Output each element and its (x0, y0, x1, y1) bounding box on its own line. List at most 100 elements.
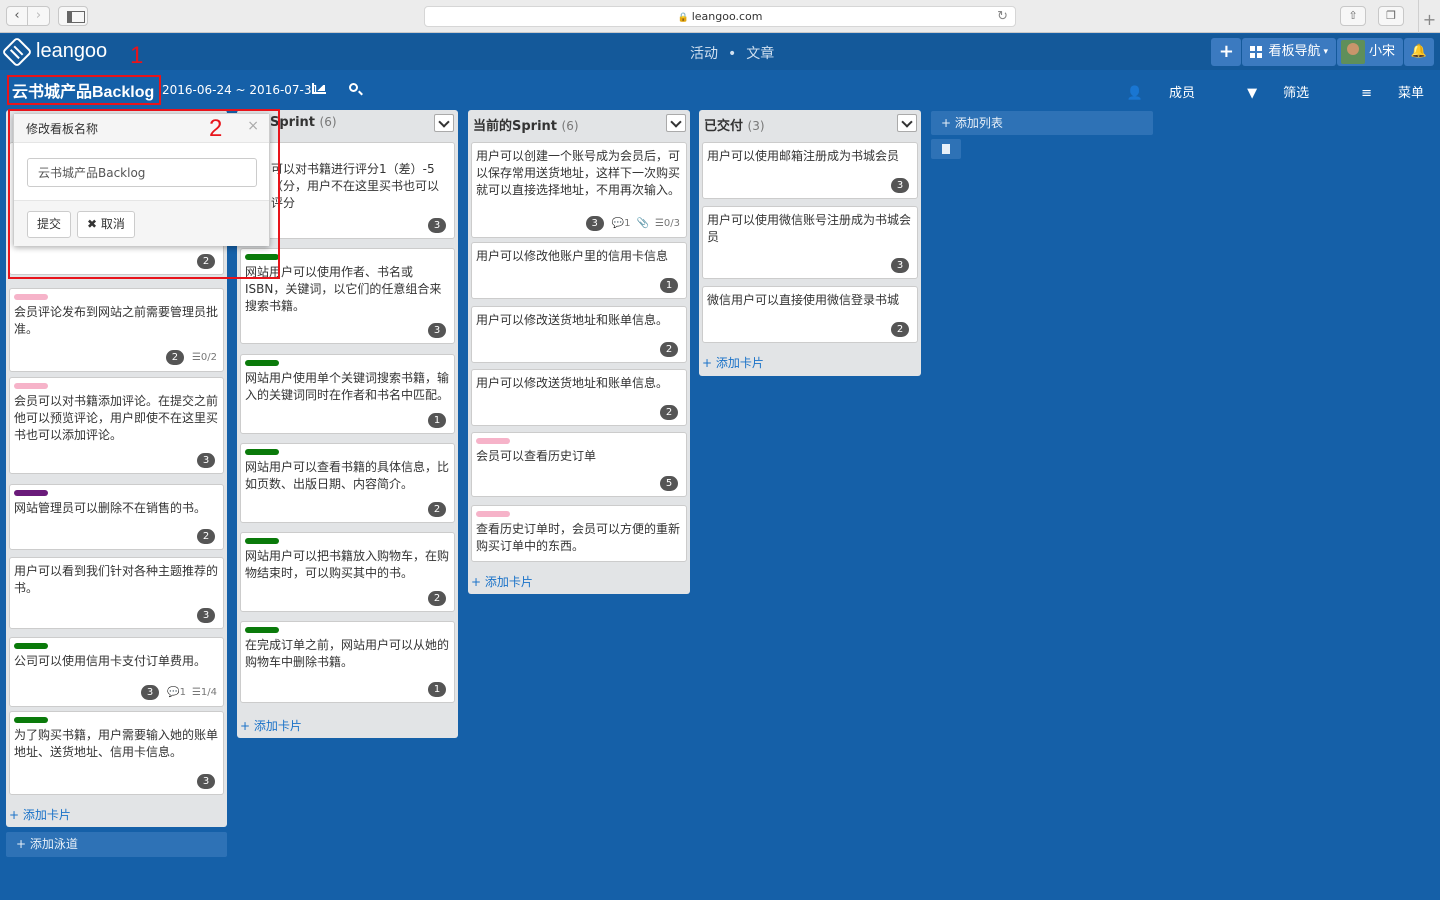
chevron-down-icon[interactable] (434, 114, 454, 132)
add-card-label: 添加卡片 (22, 808, 71, 822)
board-dates[interactable]: 2016-06-24 ~ 2016-07-31 (162, 83, 319, 97)
card[interactable]: 会员可以对书籍添加评论。在提交之前他可以预览评论，用户即使不在这里买书也可以添加… (9, 377, 224, 474)
board-nav-button[interactable]: 看板导航 ▾ (1242, 38, 1336, 66)
card-text: 用户可以看到我们针对各种主题推荐的书。 (14, 564, 219, 595)
card[interactable]: 在完成订单之前，网站用户可以从她的购物车中删除书籍。 1 (240, 621, 455, 703)
points-badge: 3 (197, 453, 215, 468)
card-text: 用户可以创建一个账号成为会员后，可以保存常用送货地址，这样下一次购买就可以直接选… (476, 149, 681, 197)
card[interactable]: 网站管理员可以删除不在销售的书。 2 (9, 484, 224, 550)
nav-activity[interactable]: 活动 (690, 46, 718, 62)
new-tab-icon[interactable]: + (1418, 0, 1440, 33)
card-text: 在完成订单之前，网站用户可以从她的购物车中删除书籍。 (245, 638, 450, 669)
card-text: 网站用户使用单个关键词搜索书籍，输入的关键词同时在作者和书名中匹配。 (245, 371, 450, 402)
card[interactable]: 会员可以查看历史订单 5 (471, 432, 687, 497)
plus-icon: + (941, 116, 955, 130)
add-button[interactable]: + (1211, 38, 1242, 66)
card[interactable]: 微信用户可以直接使用微信登录书城 2 (702, 286, 918, 343)
label-pink (476, 511, 510, 517)
points-badge: 1 (428, 682, 446, 697)
label-purple (14, 490, 48, 496)
address-bar[interactable]: 🔒 leangoo.com ↻ (424, 6, 1016, 27)
list-header[interactable]: 已交付 (3) (699, 110, 921, 136)
card[interactable]: 用户可以使用邮箱注册成为书城会员 3 (702, 142, 918, 199)
back-button[interactable]: ‹ (6, 6, 28, 26)
menu-button[interactable]: ≡ 菜单 (1335, 82, 1424, 101)
filter-button[interactable]: ▼ 筛选 (1221, 82, 1309, 101)
checklist-icon: ☰ (191, 352, 201, 363)
points-badge: 2 (165, 350, 184, 365)
points-badge: 1 (660, 278, 678, 293)
caret-down-icon: ▾ (1323, 47, 1328, 57)
reload-icon[interactable]: ↻ (997, 7, 1008, 26)
add-lane-button[interactable]: + 添加泳道 (6, 832, 227, 857)
points-badge: 3 (197, 774, 215, 789)
points-badge: 3 (197, 608, 215, 623)
share-icon[interactable]: ⇧ (1340, 6, 1366, 26)
card[interactable]: 网站用户可以查看书籍的具体信息，比如页数、出版日期、内容简介。 2 (240, 443, 455, 523)
comment-count: 1 (179, 687, 186, 698)
label-green (245, 627, 279, 633)
points-badge: 2 (660, 342, 678, 357)
card[interactable]: 会员评论发布到网站之前需要管理员批准。 2 ☰ 0/2 (9, 288, 224, 372)
list-current-sprint: 当前的Sprint (6) 用户可以创建一个账号成为会员后，可以保存常用送货地址… (468, 110, 690, 594)
trash-icon[interactable] (931, 139, 961, 159)
card-text: 查看历史订单时，会员可以方便的重新购买订单中的东西。 (476, 522, 681, 553)
card[interactable]: 公司可以使用信用卡支付订单费用。 3 💬 1 ☰ 1/4 (9, 637, 224, 707)
plus-icon: + (9, 808, 23, 822)
forward-button[interactable]: › (28, 6, 50, 26)
logo-text: leangoo (36, 40, 108, 62)
card[interactable]: 为了购买书籍，用户需要输入她的账单地址、送货地址、信用卡信息。 3 (9, 711, 224, 795)
add-card-button[interactable]: + 添加卡片 (702, 354, 764, 371)
add-card-label: 添加卡片 (484, 575, 533, 589)
nav-articles[interactable]: 文章 (746, 46, 774, 62)
chart-icon[interactable] (312, 83, 326, 94)
add-card-label: 添加卡片 (715, 356, 764, 370)
attachment-icon: 📎 (636, 218, 649, 229)
avatar (1340, 40, 1365, 64)
lock-icon: 🔒 (677, 13, 689, 23)
annotation-box-2 (8, 109, 280, 279)
plus-icon: + (240, 719, 254, 733)
chevron-down-icon[interactable] (666, 114, 686, 132)
points-badge: 2 (428, 502, 446, 517)
label-pink (476, 438, 510, 444)
list-header[interactable]: 当前的Sprint (6) (468, 110, 690, 136)
sidebar-toggle-icon[interactable] (58, 6, 88, 26)
list-delivered: 已交付 (3) 用户可以使用邮箱注册成为书城会员 3 用户可以使用微信账号注册成… (699, 110, 921, 376)
card[interactable]: 用户可以修改他账户里的信用卡信息 1 (471, 242, 687, 299)
label-green (245, 538, 279, 544)
search-icon[interactable] (349, 83, 358, 92)
card[interactable]: 查看历史订单时，会员可以方便的重新购买订单中的东西。 (471, 505, 687, 562)
menu-label: 菜单 (1397, 86, 1424, 101)
points-badge: 3 (891, 258, 909, 273)
points-badge: 1 (428, 413, 446, 428)
members-button[interactable]: 👤 成员 (1101, 82, 1195, 101)
bell-icon[interactable]: 🔔 (1404, 38, 1434, 66)
card[interactable]: 用户可以修改送货地址和账单信息。 2 (471, 306, 687, 363)
card[interactable]: 网站用户使用单个关键词搜索书籍，输入的关键词同时在作者和书名中匹配。 1 (240, 354, 455, 434)
chevron-down-icon[interactable] (897, 114, 917, 132)
list-count: (3) (747, 119, 765, 133)
add-list-button[interactable]: + 添加列表 (931, 111, 1153, 135)
points-badge: 5 (660, 476, 678, 491)
add-card-button[interactable]: + 添加卡片 (240, 717, 302, 734)
card[interactable]: 用户可以看到我们针对各种主题推荐的书。 3 (9, 557, 224, 629)
user-button[interactable]: 小宋 (1336, 38, 1403, 66)
points-badge: 2 (891, 322, 909, 337)
label-green (14, 643, 48, 649)
logo[interactable]: leangoo (1, 35, 108, 68)
add-card-label: 添加卡片 (253, 719, 302, 733)
comment-icon: 💬 (167, 687, 180, 698)
card[interactable]: 用户可以修改送货地址和账单信息。 2 (471, 369, 687, 426)
app-header: leangoo 活动 • 文章 + 看板导航 ▾ 小宋 🔔 (0, 34, 1440, 70)
annotation-number-1: 1 (130, 42, 144, 69)
tabs-icon[interactable]: ❐ (1378, 6, 1404, 26)
card-text: 公司可以使用信用卡支付订单费用。 (14, 654, 207, 668)
add-card-button[interactable]: + 添加卡片 (471, 573, 533, 590)
card[interactable]: 用户可以创建一个账号成为会员后，可以保存常用送货地址，这样下一次购买就可以直接选… (471, 142, 687, 238)
add-card-button[interactable]: + 添加卡片 (9, 806, 71, 823)
card[interactable]: 用户可以使用微信账号注册成为书城会员 3 (702, 206, 918, 279)
card-text: 网站用户可以查看书籍的具体信息，比如页数、出版日期、内容简介。 (245, 460, 450, 491)
user-name: 小宋 (1368, 44, 1395, 59)
card[interactable]: 网站用户可以把书籍放入购物车，在购物结束时，可以购买其中的书。 2 (240, 532, 455, 612)
